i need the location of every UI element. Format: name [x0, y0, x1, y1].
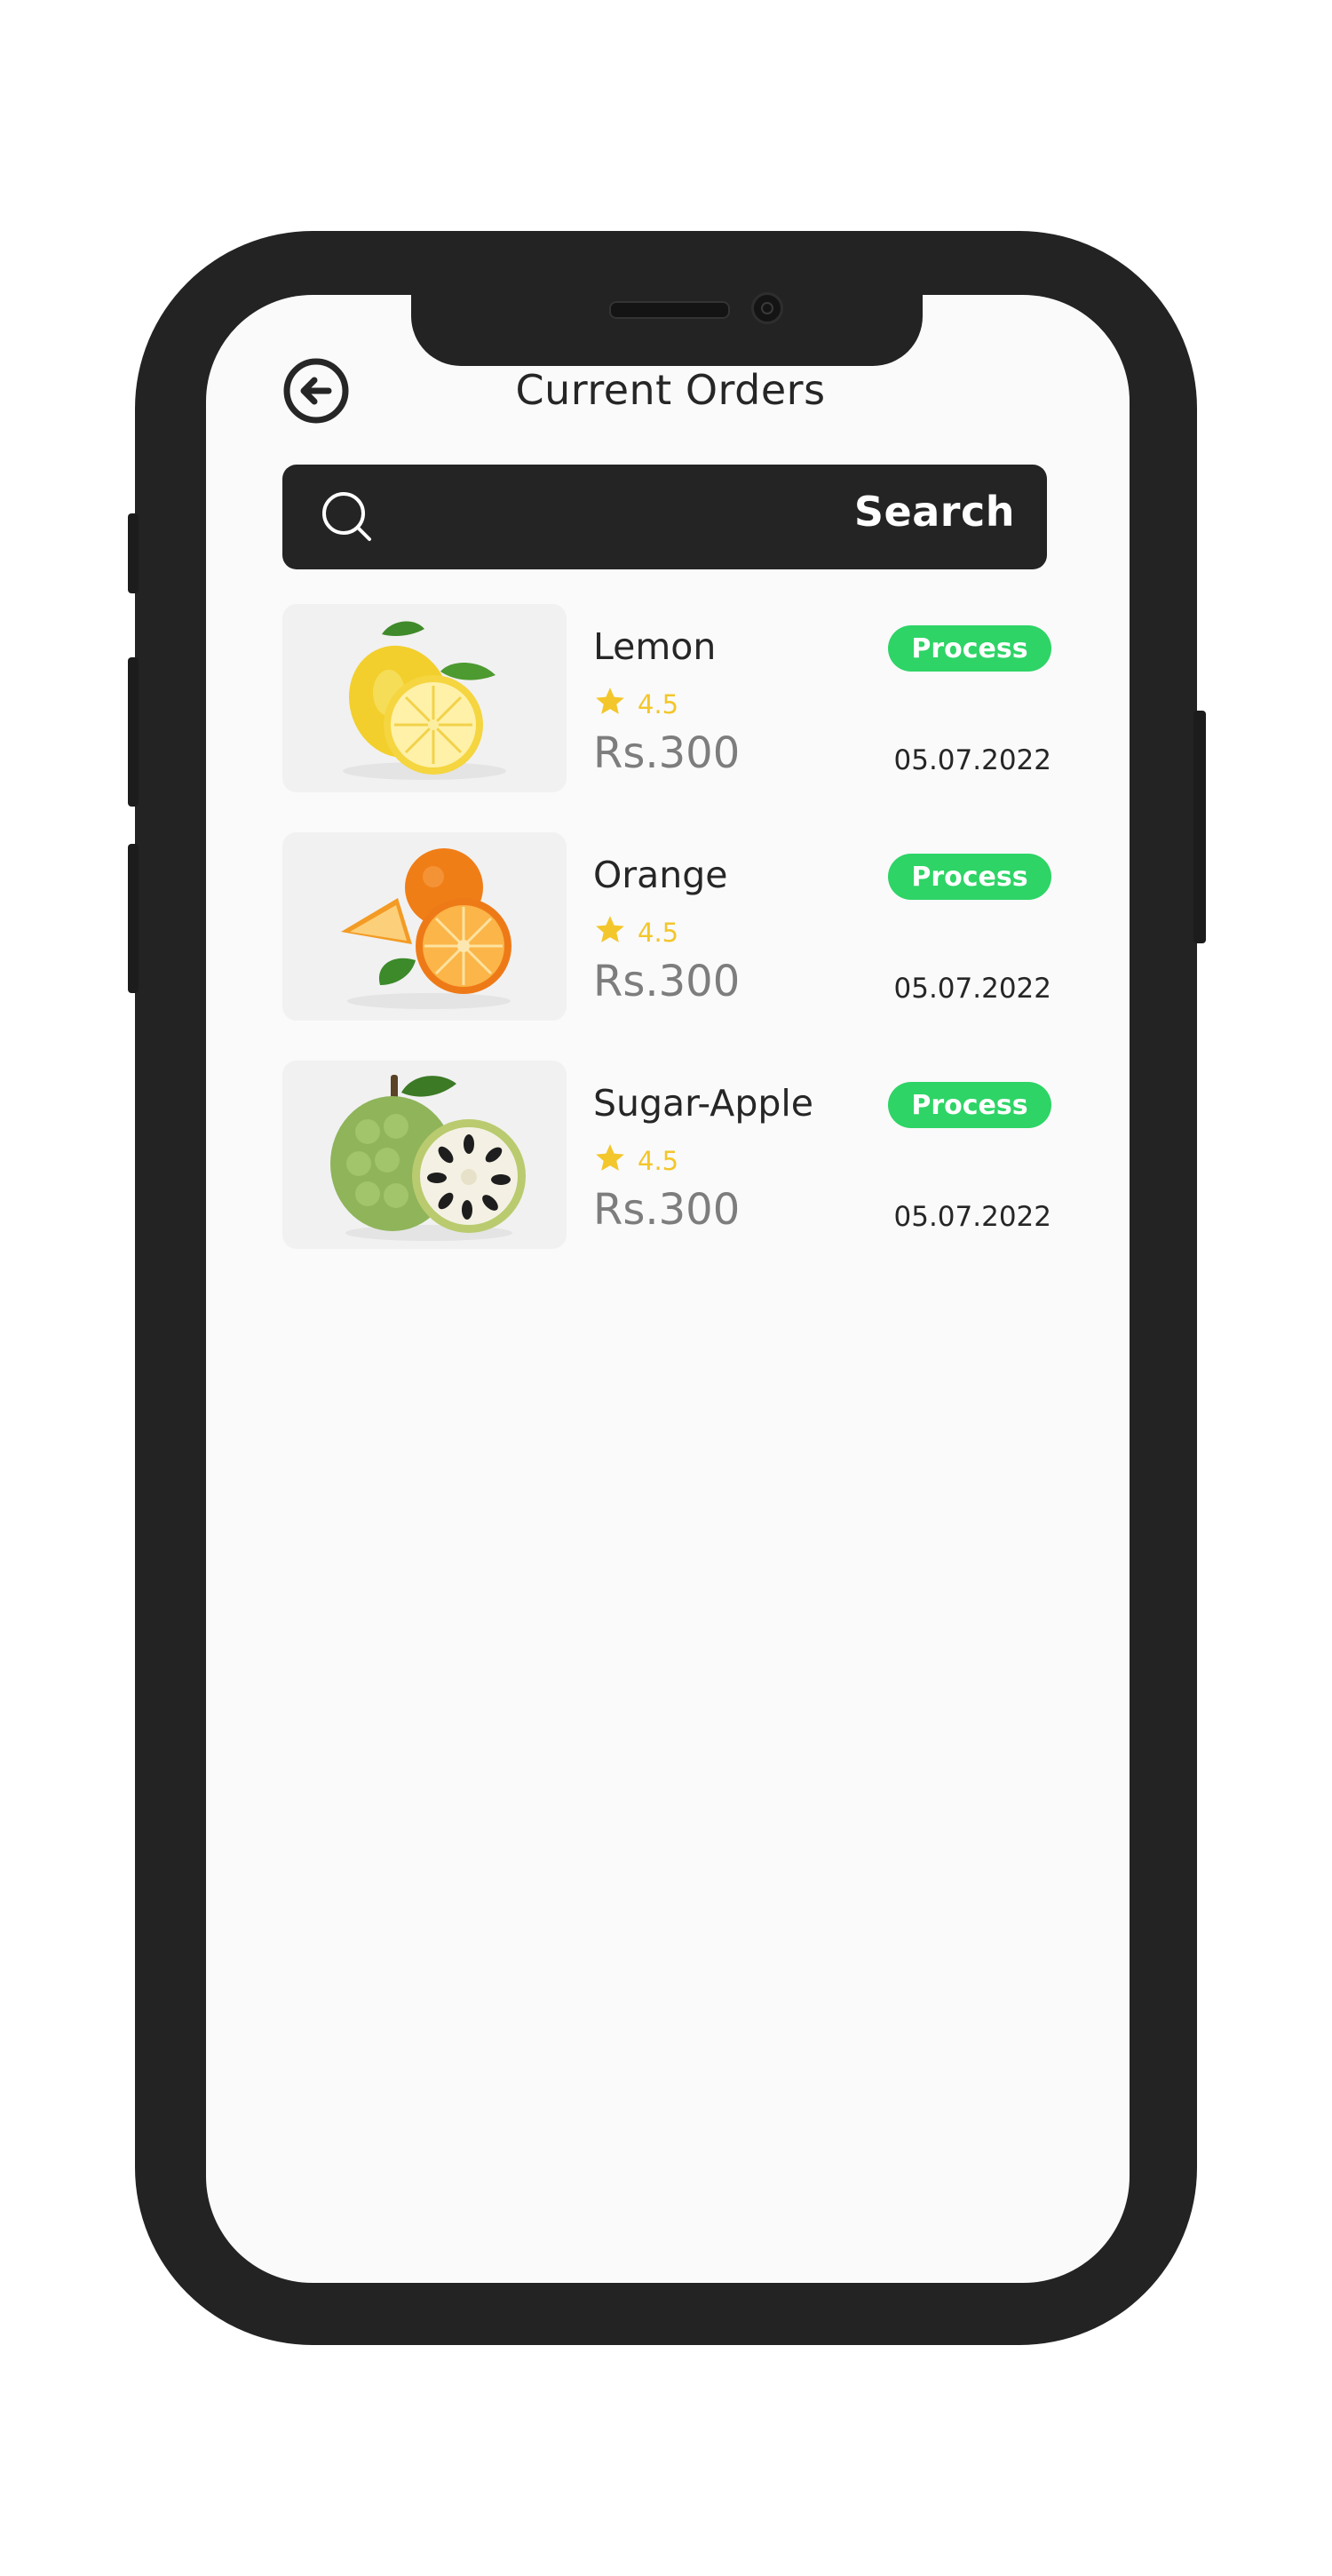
mute-switch [128, 513, 139, 593]
rating: 4.5 [593, 910, 678, 950]
order-date: 05.07.2022 [893, 1201, 1052, 1233]
star-icon [596, 916, 624, 942]
status-badge: Process [888, 1082, 1051, 1128]
rating-value: 4.5 [638, 1146, 679, 1176]
sugar-apple-image [282, 1061, 567, 1249]
order-date: 05.07.2022 [893, 973, 1052, 1005]
rating: 4.5 [593, 1139, 678, 1178]
order-card[interactable]: Sugar-Apple Process 4.5 Rs.300 05.07.202… [282, 1061, 1055, 1249]
app-screen [206, 295, 1130, 2283]
item-name: Orange [593, 854, 728, 896]
status-badge: Process [888, 625, 1051, 672]
lemon-image [282, 604, 567, 792]
price: Rs.300 [593, 1185, 741, 1235]
item-name: Sugar-Apple [593, 1082, 814, 1125]
star-icon [596, 1144, 624, 1171]
rating-value: 4.5 [638, 918, 679, 948]
status-badge: Process [888, 854, 1051, 900]
order-date: 05.07.2022 [893, 744, 1052, 776]
item-name: Lemon [593, 625, 717, 668]
page-title: Current Orders [515, 366, 826, 414]
rating-value: 4.5 [638, 689, 679, 720]
star-icon [596, 688, 624, 714]
search-bar[interactable]: Search [282, 465, 1047, 569]
order-card[interactable]: Orange Process 4.5 Rs.300 05.07.2022 [282, 832, 1055, 1021]
volume-down-button [128, 844, 139, 993]
rating: 4.5 [593, 682, 678, 721]
order-card[interactable]: Lemon Process 4.5 Rs.300 05.07.2022 [282, 604, 1055, 792]
back-button[interactable] [282, 357, 350, 425]
search-label: Search [853, 488, 1015, 536]
search-icon [322, 492, 371, 541]
price: Rs.300 [593, 728, 741, 778]
speaker [609, 301, 730, 319]
orange-image [282, 832, 567, 1021]
front-camera [751, 292, 783, 324]
arrow-left-circle-icon [283, 358, 349, 424]
volume-up-button [128, 657, 139, 807]
power-button [1193, 711, 1206, 943]
price: Rs.300 [593, 957, 741, 1006]
